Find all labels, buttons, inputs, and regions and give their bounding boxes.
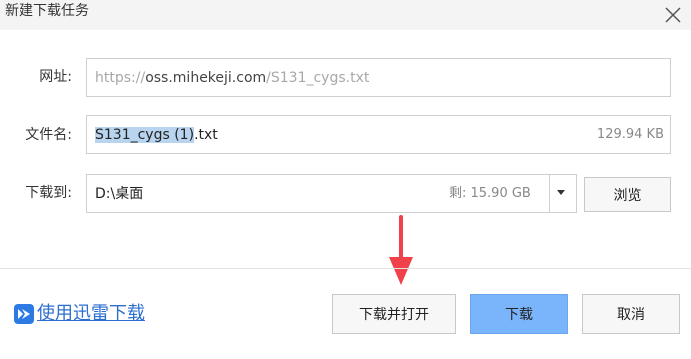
close-button[interactable] [660,2,686,28]
url-path: /S131_cygs.txt [266,70,370,86]
browse-button[interactable]: 浏览 [584,177,671,212]
close-icon [665,7,681,23]
xunlei-bird-icon[interactable] [14,304,34,324]
title-bar: 新建下载任务 [0,0,691,30]
download-and-open-button[interactable]: 下载并打开 [332,294,456,334]
url-prefix: https:// [95,70,146,86]
save-path-value: D:\桌面 [95,186,144,202]
save-to-label: 下载到: [25,185,72,201]
download-button[interactable]: 下载 [470,294,568,334]
filename-value: S131_cygs (1).txt [95,125,218,145]
filename-selected-text: S131_cygs (1) [95,127,195,143]
dialog-title: 新建下载任务 [5,3,89,19]
red-down-arrow-icon [389,215,413,285]
footer-separator [0,268,691,269]
url-field[interactable]: https://oss.mihekeji.com/S131_cygs.txt [86,58,671,97]
filename-extension: .txt [194,127,218,143]
file-size: 129.94 KB [596,127,664,142]
use-xunlei-link[interactable]: 使用迅雷下载 [37,303,145,325]
url-domain: oss.mihekeji.com [145,70,267,86]
new-download-dialog: 新建下载任务 网址: https://oss.mihekeji.com/S131… [0,0,691,359]
url-label: 网址: [39,69,72,85]
filename-field[interactable]: S131_cygs (1).txt 129.94 KB [86,115,671,154]
free-space-text: 剩: 15.90 GB [449,186,531,201]
chevron-down-icon [557,190,565,195]
cancel-button[interactable]: 取消 [582,294,680,334]
save-path-dropdown[interactable] [550,175,576,212]
url-value: https://oss.mihekeji.com/S131_cygs.txt [95,68,369,88]
filename-label: 文件名: [25,127,72,143]
save-path-field[interactable]: D:\桌面 剩: 15.90 GB [86,174,577,213]
